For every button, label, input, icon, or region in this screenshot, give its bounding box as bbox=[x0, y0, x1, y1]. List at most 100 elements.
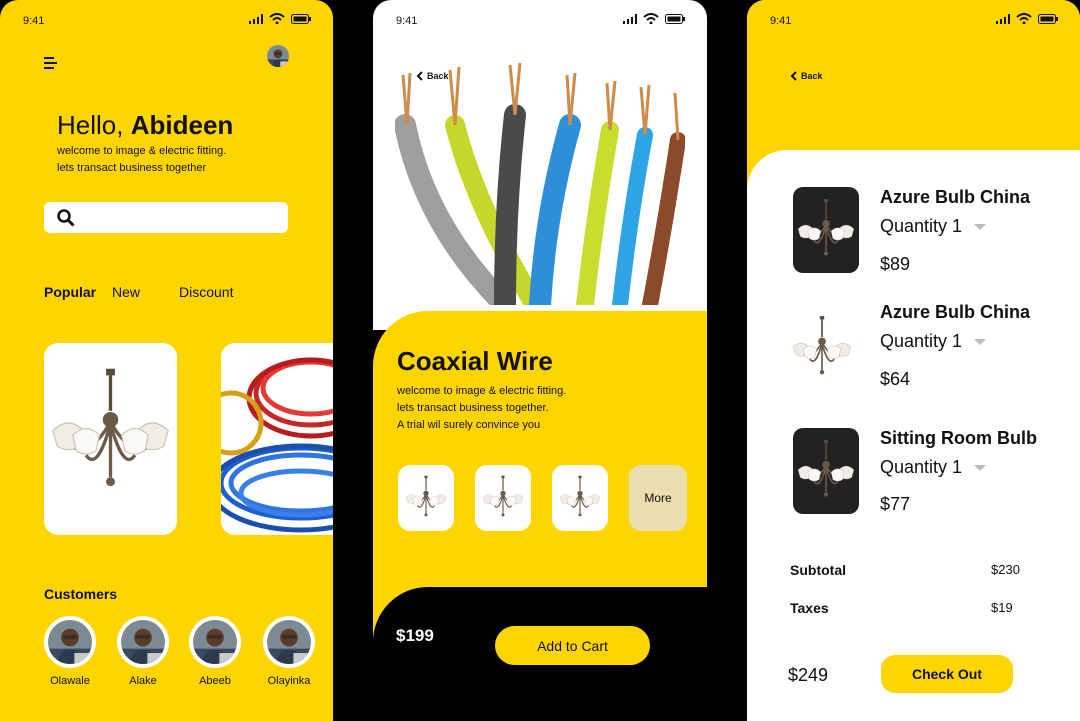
status-time: 9:41 bbox=[770, 15, 792, 27]
chandelier-image bbox=[480, 475, 526, 521]
cart-item-title: Azure Bulb China bbox=[880, 302, 1031, 322]
wire-image bbox=[221, 343, 333, 535]
customer-name: Olayinka bbox=[267, 675, 311, 687]
customer-photo bbox=[193, 620, 237, 664]
dropdown-caret-icon[interactable] bbox=[974, 339, 987, 346]
customer-photo bbox=[267, 620, 311, 664]
subtotal-value: $230 bbox=[991, 562, 1020, 577]
cart-item-image bbox=[789, 305, 855, 391]
quantity-label: Quantity 1 bbox=[880, 457, 963, 477]
back-chevron-icon bbox=[416, 71, 423, 81]
quantity-select[interactable]: Quantity 1 bbox=[880, 216, 987, 237]
customer-name: Alake bbox=[129, 675, 157, 687]
chandelier-image bbox=[794, 198, 858, 262]
welcome-line-2: lets transact business together bbox=[57, 162, 207, 174]
product-description: welcome to image & electric fitting. let… bbox=[397, 383, 566, 434]
cart-item-price: $77 bbox=[880, 494, 911, 514]
battery-icon bbox=[291, 13, 311, 24]
product-image-area: Back bbox=[373, 0, 707, 330]
variant-thumb-1[interactable] bbox=[398, 465, 454, 531]
chandelier-image bbox=[794, 439, 858, 503]
taxes-value: $19 bbox=[991, 600, 1013, 615]
chandelier-image bbox=[557, 475, 603, 521]
customer-abeeb[interactable]: Abeeb bbox=[189, 616, 241, 687]
cart-item-price: $89 bbox=[880, 254, 911, 274]
customer-photo bbox=[48, 620, 92, 664]
customer-olayinka[interactable]: Olayinka bbox=[263, 616, 315, 687]
greeting-prefix: Hello, bbox=[57, 110, 124, 140]
more-label: More bbox=[644, 491, 672, 505]
cart-item-image bbox=[793, 428, 859, 514]
back-label: Back bbox=[801, 71, 823, 81]
checkout-label: Check Out bbox=[911, 666, 982, 682]
back-label: Back bbox=[427, 71, 449, 81]
product-price: $199 bbox=[396, 626, 434, 645]
customer-olawale[interactable]: Olawale bbox=[44, 616, 96, 687]
wifi-icon bbox=[643, 13, 659, 24]
signal-icon bbox=[249, 13, 263, 24]
variant-thumb-2[interactable] bbox=[475, 465, 531, 531]
menu-icon[interactable] bbox=[44, 56, 58, 70]
back-button[interactable]: Back bbox=[416, 71, 449, 81]
customer-alake[interactable]: Alake bbox=[117, 616, 169, 687]
welcome-line-1: welcome to image & electric fitting. bbox=[57, 145, 227, 157]
home-screen: 9:41 Hello, Abideen welcome to image & e… bbox=[0, 0, 333, 721]
cart-item-title: Azure Bulb China bbox=[880, 187, 1031, 207]
desc-line-1: welcome to image & electric fitting. bbox=[397, 385, 567, 397]
quantity-select[interactable]: Quantity 1 bbox=[880, 331, 987, 352]
wifi-icon bbox=[1016, 13, 1032, 24]
greeting-name: Abideen bbox=[130, 110, 234, 140]
battery-icon bbox=[1038, 13, 1058, 24]
product-title: Coaxial Wire bbox=[397, 346, 553, 376]
tab-popular[interactable]: Popular bbox=[44, 284, 96, 300]
customer-photo bbox=[121, 620, 165, 664]
chandelier-image bbox=[51, 366, 170, 488]
chandelier-image bbox=[789, 315, 855, 381]
customers-title: Customers bbox=[44, 586, 118, 602]
status-time: 9:41 bbox=[396, 15, 418, 27]
search-input[interactable] bbox=[44, 202, 288, 233]
cart-item-title: Sitting Room Bulb bbox=[880, 428, 1037, 448]
customer-name: Olawale bbox=[50, 675, 90, 687]
cart-item-image bbox=[793, 187, 859, 273]
tab-new[interactable]: New bbox=[112, 284, 140, 300]
status-bar: 9:41 bbox=[373, 0, 707, 40]
back-chevron-icon bbox=[790, 71, 797, 81]
quantity-label: Quantity 1 bbox=[880, 216, 963, 236]
cart-screen: 9:41 Back Azure Bulb China Quantity 1 $8… bbox=[747, 0, 1080, 721]
desc-line-2: lets transact business together. bbox=[397, 402, 549, 414]
greeting: Hello, Abideen bbox=[57, 110, 233, 141]
chandelier-image bbox=[403, 475, 449, 521]
status-bar: 9:41 bbox=[0, 0, 333, 40]
dropdown-caret-icon[interactable] bbox=[974, 224, 987, 231]
total-price: $249 bbox=[788, 665, 829, 685]
dropdown-caret-icon[interactable] bbox=[974, 465, 987, 472]
taxes-label: Taxes bbox=[790, 600, 829, 616]
add-to-cart-label: Add to Cart bbox=[537, 637, 608, 654]
checkout-button[interactable]: Check Out bbox=[881, 655, 1013, 693]
wire-image bbox=[395, 62, 685, 305]
variant-thumb-3[interactable] bbox=[552, 465, 608, 531]
more-button[interactable]: More bbox=[629, 465, 687, 531]
status-time: 9:41 bbox=[23, 15, 45, 27]
signal-icon bbox=[996, 13, 1010, 24]
desc-line-3: A trial wil surely convince you bbox=[397, 419, 541, 431]
add-to-cart-button[interactable]: Add to Cart bbox=[495, 626, 650, 665]
signal-icon bbox=[623, 13, 637, 24]
battery-icon bbox=[665, 13, 685, 24]
customer-name: Abeeb bbox=[199, 675, 231, 687]
avatar[interactable] bbox=[267, 45, 289, 67]
quantity-select[interactable]: Quantity 1 bbox=[880, 457, 987, 478]
cart-item-price: $64 bbox=[880, 369, 911, 389]
product-card-wire[interactable] bbox=[221, 343, 333, 535]
tab-discount[interactable]: Discount bbox=[179, 284, 233, 300]
product-screen: Back Coaxial Wire welcome to image & ele… bbox=[373, 0, 707, 721]
wifi-icon bbox=[269, 13, 285, 24]
welcome-text: welcome to image & electric fitting. let… bbox=[57, 143, 226, 177]
back-button[interactable]: Back bbox=[790, 71, 823, 81]
status-bar: 9:41 bbox=[747, 0, 1080, 40]
quantity-label: Quantity 1 bbox=[880, 331, 963, 351]
search-icon[interactable] bbox=[57, 209, 75, 227]
product-card-chandelier[interactable] bbox=[44, 343, 177, 535]
subtotal-label: Subtotal bbox=[790, 562, 846, 578]
